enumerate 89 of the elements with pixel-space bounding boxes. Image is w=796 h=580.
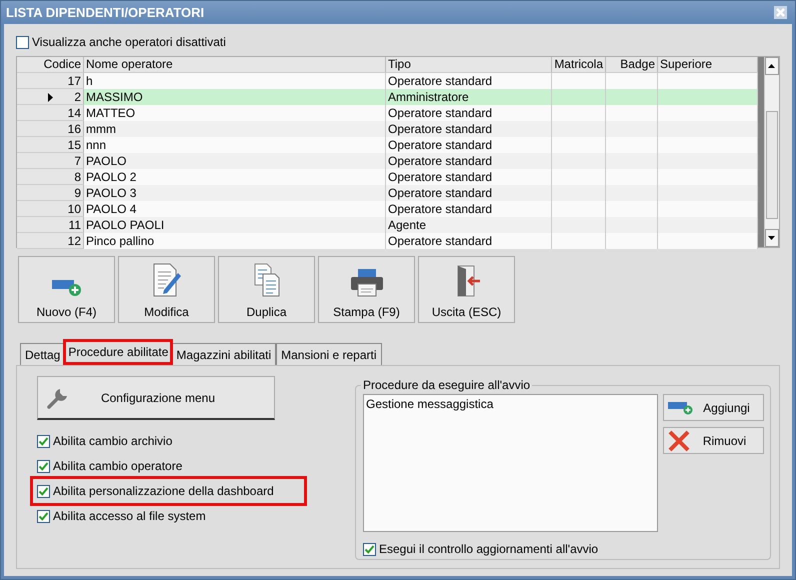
table-cell: Operatore standard [386, 121, 552, 137]
column-header[interactable]: Matricola [552, 57, 606, 73]
duplicate-button[interactable]: Duplica [218, 256, 315, 323]
printer-icon [350, 269, 382, 297]
table-cell: PAOLO 3 [84, 185, 386, 201]
scroll-down-button[interactable] [764, 229, 779, 247]
option-checkbox[interactable]: Abilita cambio archivio [37, 433, 339, 449]
copy-documents-icon [252, 263, 282, 297]
row-header[interactable]: 8 [17, 169, 84, 185]
table-cell: PAOLO [84, 153, 386, 169]
table-cell: Agente [386, 217, 552, 233]
menu-configuration-button[interactable]: Configurazione menu [37, 376, 275, 420]
checkmark-icon [38, 460, 49, 472]
table-cell: Operatore standard [386, 73, 552, 89]
update-check-checkbox[interactable]: Esegui il controllo aggiornamenti all'avvio [363, 542, 764, 556]
table-cell: h [84, 73, 386, 89]
checkmark-icon [38, 486, 49, 496]
checkmark-icon [38, 436, 49, 446]
up-arrow-icon [768, 64, 776, 68]
table-cell: Operatore standard [386, 169, 552, 185]
down-arrow-icon [768, 236, 776, 240]
group-title: Procedure da eseguire all'avvio [362, 378, 532, 392]
column-header[interactable]: Nome operatore [84, 57, 386, 73]
tab[interactable]: Magazzini abilitati [171, 343, 276, 365]
table-cell: PAOLO 4 [84, 201, 386, 217]
window-title: LISTA DIPENDENTI/OPERATORI [6, 5, 204, 20]
remove-button[interactable]: Rimuovi [663, 427, 764, 454]
row-header[interactable]: 2 [17, 89, 84, 105]
table-cell: Operatore standard [386, 105, 552, 121]
table-cell: Amministratore [386, 89, 552, 105]
table-cell: MATTEO [84, 105, 386, 121]
table-cell: Operatore standard [386, 137, 552, 153]
table-cell: 9 [74, 186, 81, 200]
table-cell: 7 [74, 154, 81, 168]
remove-icon [668, 430, 690, 452]
edit-button[interactable]: Modifica [118, 256, 215, 323]
row-header[interactable]: 10 [17, 201, 84, 217]
row-header[interactable]: 15 [17, 137, 84, 153]
close-icon[interactable] [774, 6, 787, 19]
table-cell: Operatore standard [386, 201, 552, 217]
row-header[interactable]: 12 [17, 233, 84, 249]
new-button[interactable]: Nuovo (F4) [18, 256, 115, 323]
procedure-list[interactable]: Gestione messaggistica [363, 394, 658, 532]
column-header[interactable]: Badge [606, 57, 658, 73]
scrollbar-thumb[interactable] [766, 111, 778, 219]
row-pointer-icon [48, 93, 53, 102]
checkmark-icon [364, 544, 375, 554]
row-header[interactable]: 14 [17, 105, 84, 121]
row-header[interactable]: 17 [17, 73, 84, 89]
tab[interactable]: Mansioni e reparti [276, 343, 382, 365]
tab[interactable]: Procedure abilitate [63, 339, 174, 365]
row-header[interactable]: 9 [17, 185, 84, 201]
table-cell: PAOLO PAOLI [84, 217, 386, 233]
scroll-up-button[interactable] [764, 57, 779, 75]
tab[interactable]: Dettag [20, 343, 66, 365]
column-header[interactable]: Tipo [386, 57, 552, 73]
column-header[interactable]: Codice [17, 57, 84, 73]
new-record-icon [52, 277, 82, 297]
add-icon [668, 400, 694, 414]
table-cell: PAOLO 2 [84, 169, 386, 185]
list-item[interactable]: Gestione messaggistica [366, 397, 655, 411]
column-header[interactable]: Superiore [658, 57, 758, 73]
edit-document-icon [152, 263, 182, 297]
table-cell: 11 [68, 218, 81, 232]
table-cell: 15 [68, 138, 81, 152]
print-button[interactable]: Stampa (F9) [318, 256, 415, 323]
add-button[interactable]: Aggiungi [663, 394, 764, 421]
table-cell: 16 [68, 122, 81, 136]
table-cell: 2 [74, 90, 81, 104]
row-header[interactable]: 7 [17, 153, 84, 169]
row-header[interactable]: 16 [17, 121, 84, 137]
table-cell: Operatore standard [386, 233, 552, 249]
table-cell: MASSIMO [84, 89, 386, 105]
table-cell: 12 [68, 234, 81, 248]
table-cell: 14 [68, 106, 81, 120]
option-checkbox[interactable]: Abilita cambio operatore [37, 458, 339, 474]
table-cell: Operatore standard [386, 153, 552, 169]
exit-button[interactable]: Uscita (ESC) [418, 256, 515, 323]
table-cell: Pinco pallino [84, 233, 386, 249]
table-cell: 10 [68, 202, 81, 216]
option-checkbox[interactable]: Abilita personalizzazione della dashboard [30, 476, 307, 506]
option-checkbox[interactable]: Abilita accesso al file system [37, 508, 339, 524]
checkmark-icon [38, 510, 49, 522]
row-header[interactable]: 11 [17, 217, 84, 233]
table-cell: nnn [84, 137, 386, 153]
table-cell: mmm [84, 121, 386, 137]
table-cell: 8 [74, 170, 81, 184]
table-cell: 17 [68, 74, 81, 88]
table-cell: Operatore standard [386, 185, 552, 201]
